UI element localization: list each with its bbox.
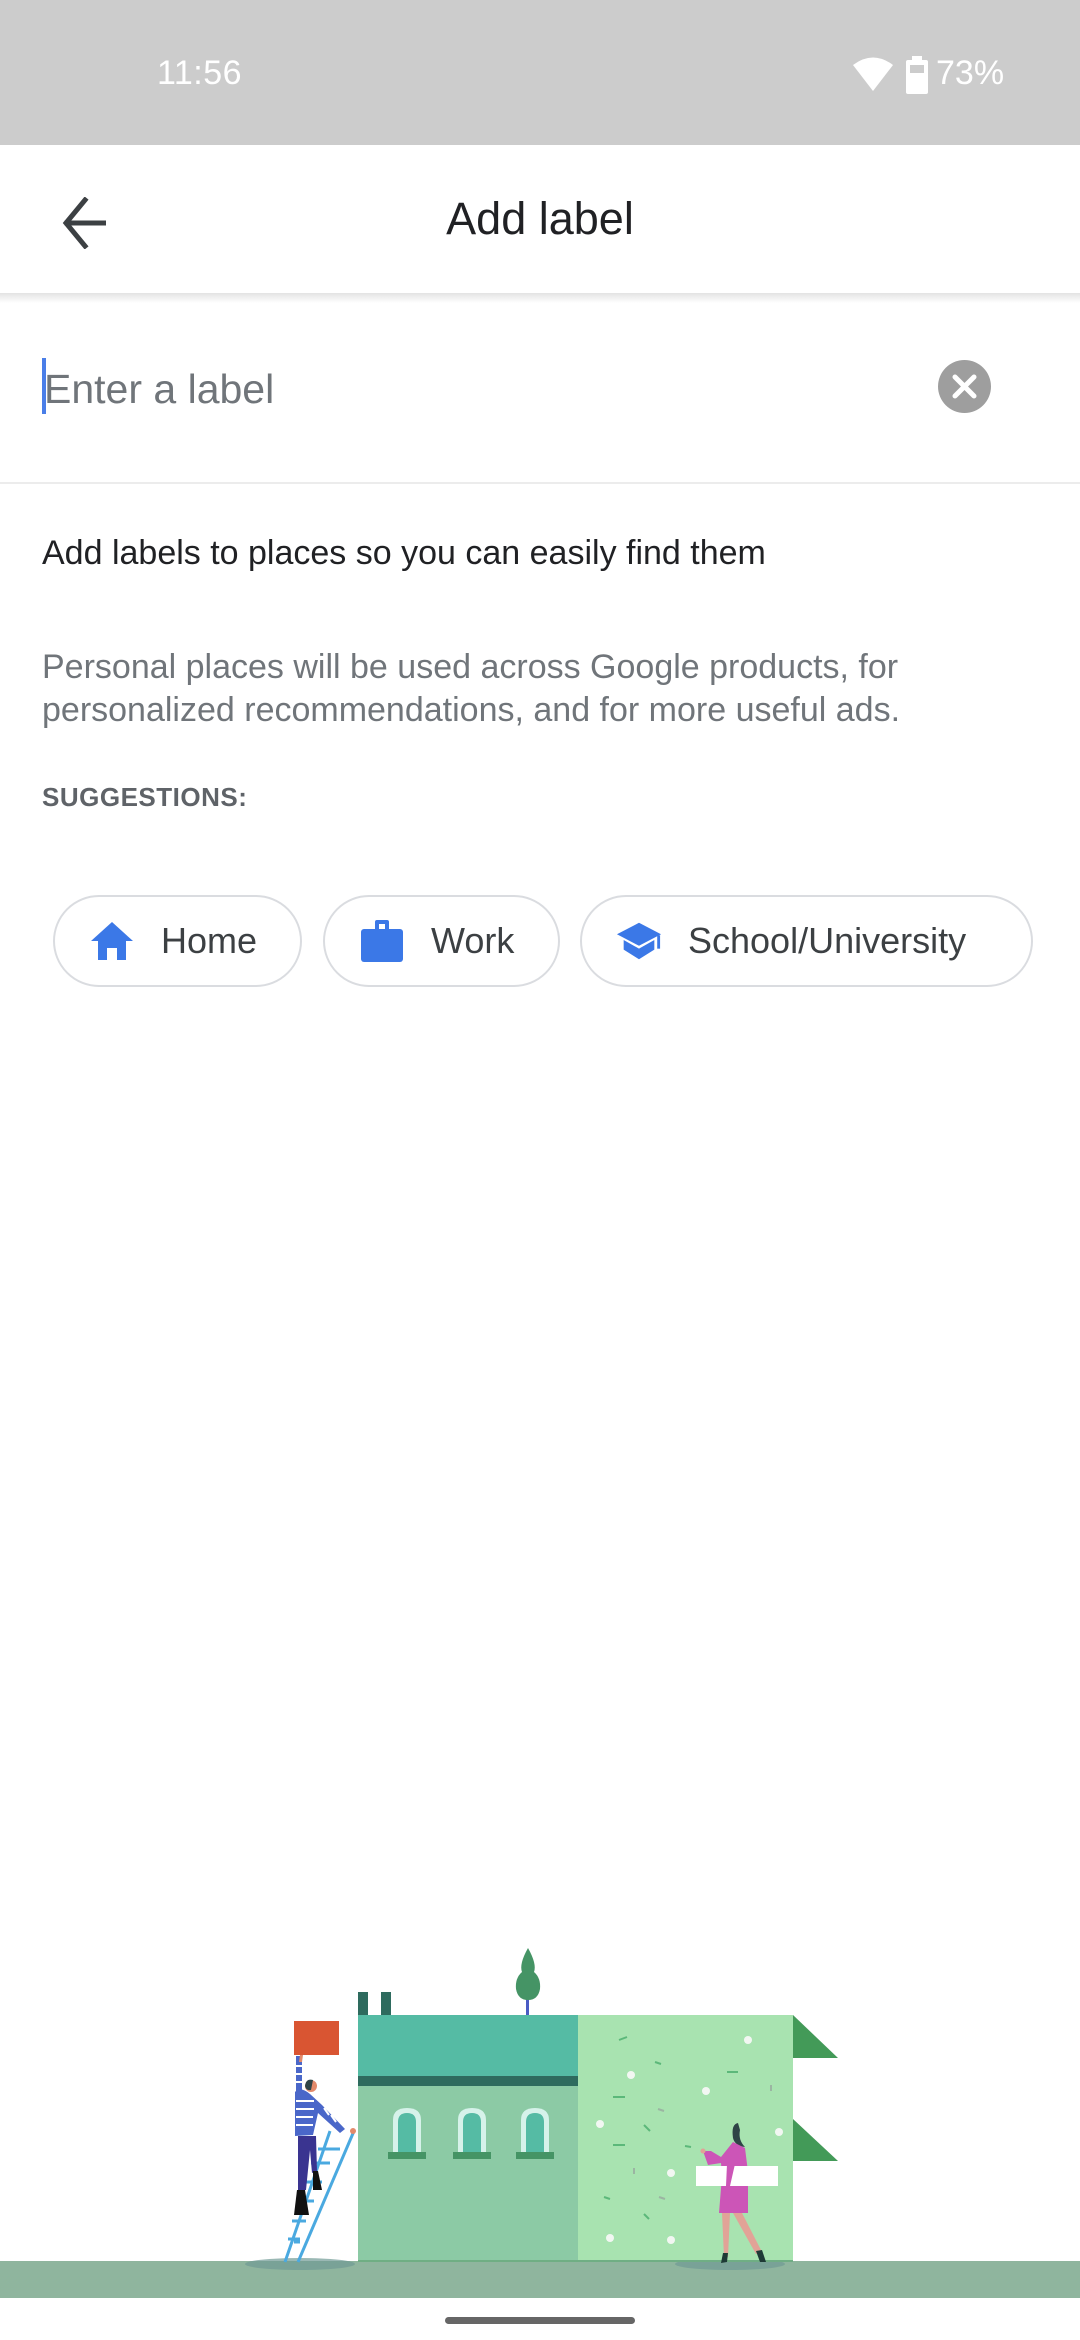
page-title: Add label bbox=[446, 193, 634, 244]
window bbox=[516, 2108, 554, 2159]
building-roof bbox=[358, 2015, 578, 2076]
suggestion-chip-school-university[interactable]: School/University bbox=[580, 895, 1033, 987]
clear-button[interactable] bbox=[938, 360, 991, 413]
flag bbox=[793, 2015, 838, 2058]
wifi-icon bbox=[853, 57, 893, 91]
chimney bbox=[358, 1992, 368, 2015]
tree-icon bbox=[515, 1948, 541, 2015]
flag bbox=[793, 2119, 838, 2161]
home-indicator[interactable] bbox=[445, 2317, 635, 2324]
orange-sign bbox=[294, 2021, 339, 2055]
suggestion-chip-work[interactable]: Work bbox=[323, 895, 560, 987]
building-right bbox=[578, 2015, 793, 2262]
window bbox=[388, 2108, 426, 2159]
suggestion-chip-home[interactable]: Home bbox=[53, 895, 302, 987]
battery-icon bbox=[906, 56, 928, 94]
building-stripe bbox=[358, 2076, 578, 2086]
ground bbox=[0, 2261, 1080, 2298]
battery-percentage: 73% bbox=[936, 54, 1005, 92]
briefcase-icon bbox=[359, 918, 405, 964]
home-icon bbox=[89, 918, 135, 964]
ladder bbox=[283, 2130, 356, 2263]
text-cursor bbox=[42, 358, 46, 414]
chip-label: School/University bbox=[688, 920, 967, 961]
people-decorating-building-illustration bbox=[0, 1948, 1080, 2298]
divider bbox=[0, 482, 1080, 484]
app-bar-shadow bbox=[0, 293, 1080, 303]
chimney bbox=[381, 1992, 391, 2015]
graduation-cap-icon bbox=[616, 918, 662, 964]
window bbox=[453, 2108, 491, 2159]
label-input[interactable] bbox=[42, 359, 904, 419]
man-climbing-ladder bbox=[294, 2055, 356, 2215]
chip-label: Home bbox=[161, 920, 258, 961]
white-sign bbox=[696, 2166, 778, 2186]
status-time: 11:56 bbox=[157, 54, 243, 92]
privacy-disclaimer: Personal places will be used across Goog… bbox=[42, 648, 901, 729]
info-heading: Add labels to places so you can easily f… bbox=[42, 534, 766, 572]
chip-label: Work bbox=[431, 920, 515, 961]
clear-circle-icon bbox=[952, 374, 977, 399]
suggestions-label: SUGGESTIONS: bbox=[42, 782, 248, 812]
label-input-container bbox=[0, 303, 1080, 483]
